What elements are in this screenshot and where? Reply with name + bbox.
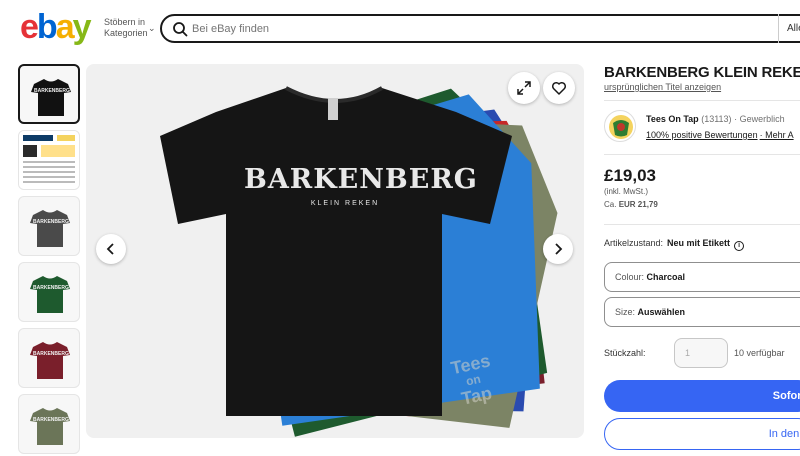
approx-price: Ca. EUR 21,79	[604, 200, 658, 209]
tshirt-icon	[30, 210, 70, 247]
heart-icon	[551, 81, 567, 95]
thumbnail-6[interactable]: BARKENBERG	[18, 394, 80, 454]
expand-icon	[517, 81, 531, 95]
categories-label-line1: Stöbern in	[104, 17, 146, 27]
shirt-print-text: BARKENBERG	[244, 164, 478, 195]
divider	[604, 224, 800, 225]
shirt-print-subtext: KLEIN REKEN	[310, 200, 380, 207]
main-product-image[interactable]: BARKENBERG KLEIN REKEN Tees on Tap	[86, 64, 584, 438]
tshirt-icon	[30, 342, 70, 379]
seller-avatar[interactable]	[604, 110, 636, 142]
thumbnail-2[interactable]	[18, 130, 80, 190]
buy-now-button[interactable]: Sofort	[604, 380, 800, 412]
seller-type: · Gewerblich	[734, 114, 785, 124]
chevron-left-icon	[106, 243, 114, 255]
header: ebay Stöbern in Kategorien ⌄ Alle	[0, 0, 800, 52]
seller-name[interactable]: Tees On Tap	[646, 114, 699, 124]
colour-select[interactable]: Colour: Charcoal	[604, 262, 800, 292]
thumbnail-4[interactable]: BARKENBERG	[18, 262, 80, 322]
thumbnail-print-text: BARKENBERG	[33, 219, 69, 225]
thumbnail-print-text: BARKENBERG	[33, 417, 69, 423]
thumbnail-print-text: BARKENBERG	[33, 285, 69, 291]
vat-note: (inkl. MwSt.)	[604, 187, 648, 196]
add-to-cart-button[interactable]: In den	[604, 418, 800, 450]
thumbnail-3[interactable]: BARKENBERG	[18, 196, 80, 256]
chevron-down-icon: ⌄	[148, 23, 156, 33]
quantity-input[interactable]: 1	[674, 338, 728, 368]
next-image-button[interactable]	[543, 234, 573, 264]
info-icon[interactable]: i	[734, 241, 745, 251]
ebay-logo[interactable]: ebay	[20, 10, 92, 44]
expand-image-button[interactable]	[508, 72, 540, 104]
divider	[604, 154, 800, 155]
original-title-link[interactable]: ursprünglichen Titel anzeigen	[604, 82, 721, 92]
watchlist-button[interactable]	[543, 72, 575, 104]
search-input[interactable]	[192, 20, 752, 38]
seller-score: (13113)	[701, 114, 732, 124]
tshirt-icon	[31, 79, 71, 116]
thumbnail-print-text: BARKENBERG	[33, 351, 69, 357]
size-chart-icon	[19, 131, 79, 189]
seller-logo-icon	[609, 115, 633, 139]
search-icon	[173, 22, 188, 37]
price: £19,03	[604, 166, 656, 185]
search-category-select[interactable]: Alle	[778, 14, 800, 43]
tshirt-icon	[30, 276, 70, 313]
product-title: BARKENBERG KLEIN REKEN	[604, 64, 800, 81]
quantity-available: 10 verfügbar	[734, 348, 785, 358]
previous-image-button[interactable]	[96, 234, 126, 264]
thumbnail-1[interactable]: BARKENBERG	[18, 64, 80, 124]
categories-label-line2: Kategorien	[104, 28, 148, 38]
item-condition: Artikelzustand: Neu mit Etikett i	[604, 238, 745, 251]
quantity-label: Stückzahl:	[604, 348, 646, 358]
seller-feedback-link[interactable]: 100% positive Bewertungen	[646, 130, 758, 140]
thumbnail-print-text: BARKENBERG	[34, 88, 70, 94]
browse-categories-button[interactable]: Stöbern in Kategorien ⌄	[104, 17, 156, 39]
search-bar	[160, 14, 800, 43]
seller-more-link[interactable]: · Mehr A	[760, 130, 794, 140]
thumbnail-5[interactable]: BARKENBERG	[18, 328, 80, 388]
tshirt-icon	[30, 408, 70, 445]
seller-feedback-line: 100% positive Bewertungen · Mehr A	[646, 130, 794, 140]
size-select[interactable]: Size: Auswählen	[604, 297, 800, 327]
product-photo	[160, 86, 558, 437]
seller-name-line: Tees On Tap (13113) · Gewerblich	[646, 114, 785, 124]
chevron-right-icon	[555, 243, 563, 255]
divider	[604, 100, 800, 101]
